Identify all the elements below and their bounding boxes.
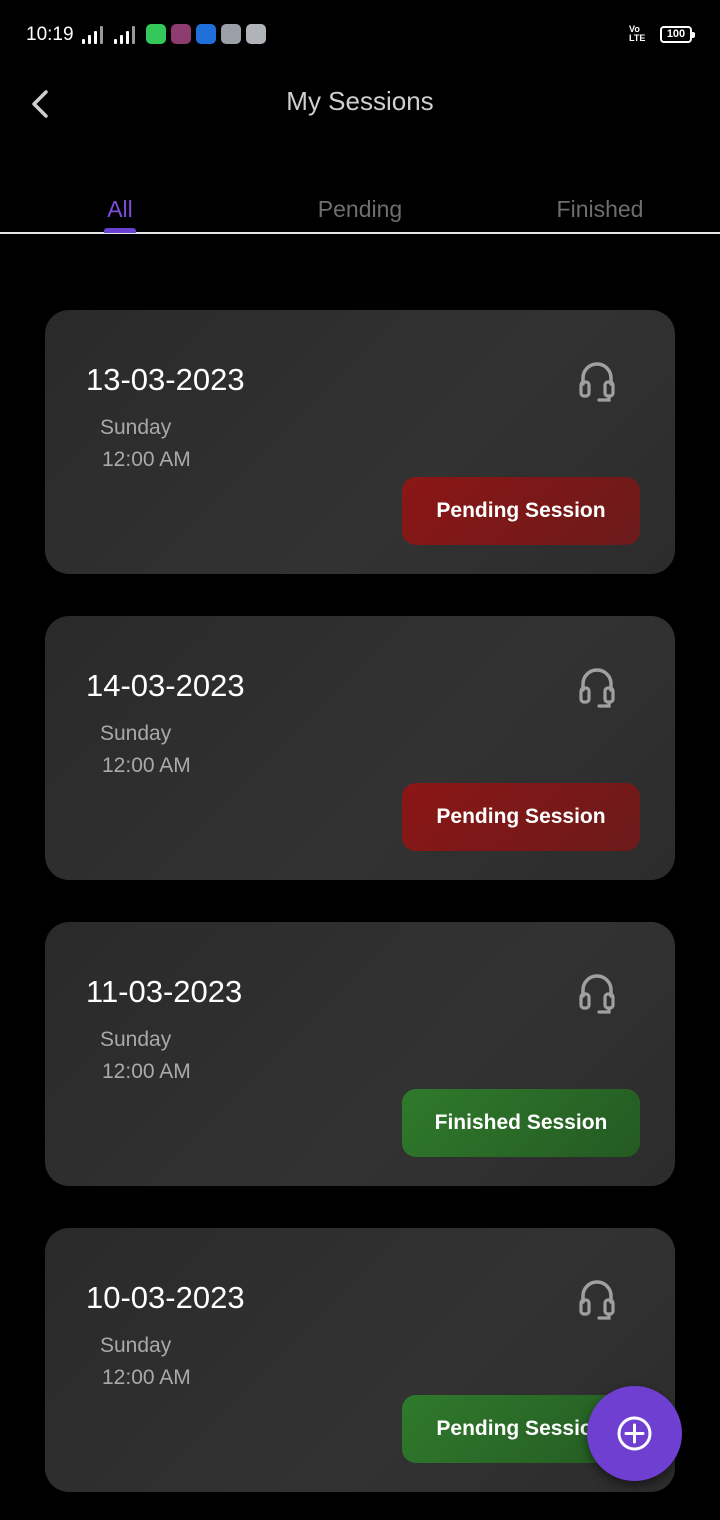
page-title: My Sessions — [286, 86, 434, 116]
add-circle-icon — [617, 1416, 652, 1451]
session-card[interactable]: 10-03-2023 Sunday 12:00 AM Pending Sessi… — [45, 1228, 675, 1492]
message-app-icon — [146, 24, 166, 44]
layers-app-icon — [246, 24, 266, 44]
signal-icon — [82, 26, 106, 44]
session-time: 12:00 AM — [102, 1060, 191, 1083]
status-time: 10:19 — [26, 24, 74, 45]
headphones-icon — [579, 974, 615, 1014]
tab-all[interactable]: All — [40, 196, 200, 223]
session-date: 10-03-2023 — [86, 1280, 245, 1315]
session-date: 14-03-2023 — [86, 668, 245, 703]
app-notification-icon — [171, 24, 191, 44]
session-time: 12:00 AM — [102, 448, 191, 471]
battery-icon: 100 — [660, 26, 695, 43]
status-bar: 10:19 Vo LTE 100 — [0, 0, 720, 70]
pending-session-button[interactable]: Pending Session — [402, 783, 640, 851]
session-day: Sunday — [100, 416, 172, 439]
session-date: 11-03-2023 — [86, 974, 243, 1009]
headphones-icon — [579, 668, 615, 708]
session-card[interactable]: 11-03-2023 Sunday 12:00 AM Finished Sess… — [45, 922, 675, 1186]
volte-icon: Vo LTE — [629, 24, 646, 43]
session-time: 12:00 AM — [102, 754, 191, 777]
session-card[interactable]: 13-03-2023 Sunday 12:00 AM Pending Sessi… — [45, 310, 675, 574]
tab-pending[interactable]: Pending — [280, 196, 440, 223]
headphones-icon — [579, 1280, 615, 1320]
session-date: 13-03-2023 — [86, 362, 245, 397]
session-day: Sunday — [100, 1334, 172, 1357]
drive-icon — [221, 24, 241, 44]
usb-icon — [196, 24, 216, 44]
tab-finished[interactable]: Finished — [520, 196, 680, 223]
session-time: 12:00 AM — [102, 1366, 191, 1389]
session-day: Sunday — [100, 722, 172, 745]
add-session-button[interactable] — [587, 1386, 682, 1481]
tab-indicator — [104, 228, 136, 233]
headphones-icon — [579, 362, 615, 402]
session-card[interactable]: 14-03-2023 Sunday 12:00 AM Pending Sessi… — [45, 616, 675, 880]
session-day: Sunday — [100, 1028, 172, 1051]
signal-icon — [114, 26, 138, 44]
pending-session-button[interactable]: Pending Session — [402, 477, 640, 545]
finished-session-button[interactable]: Finished Session — [402, 1089, 640, 1157]
tab-bar: All Pending Finished — [0, 190, 720, 234]
